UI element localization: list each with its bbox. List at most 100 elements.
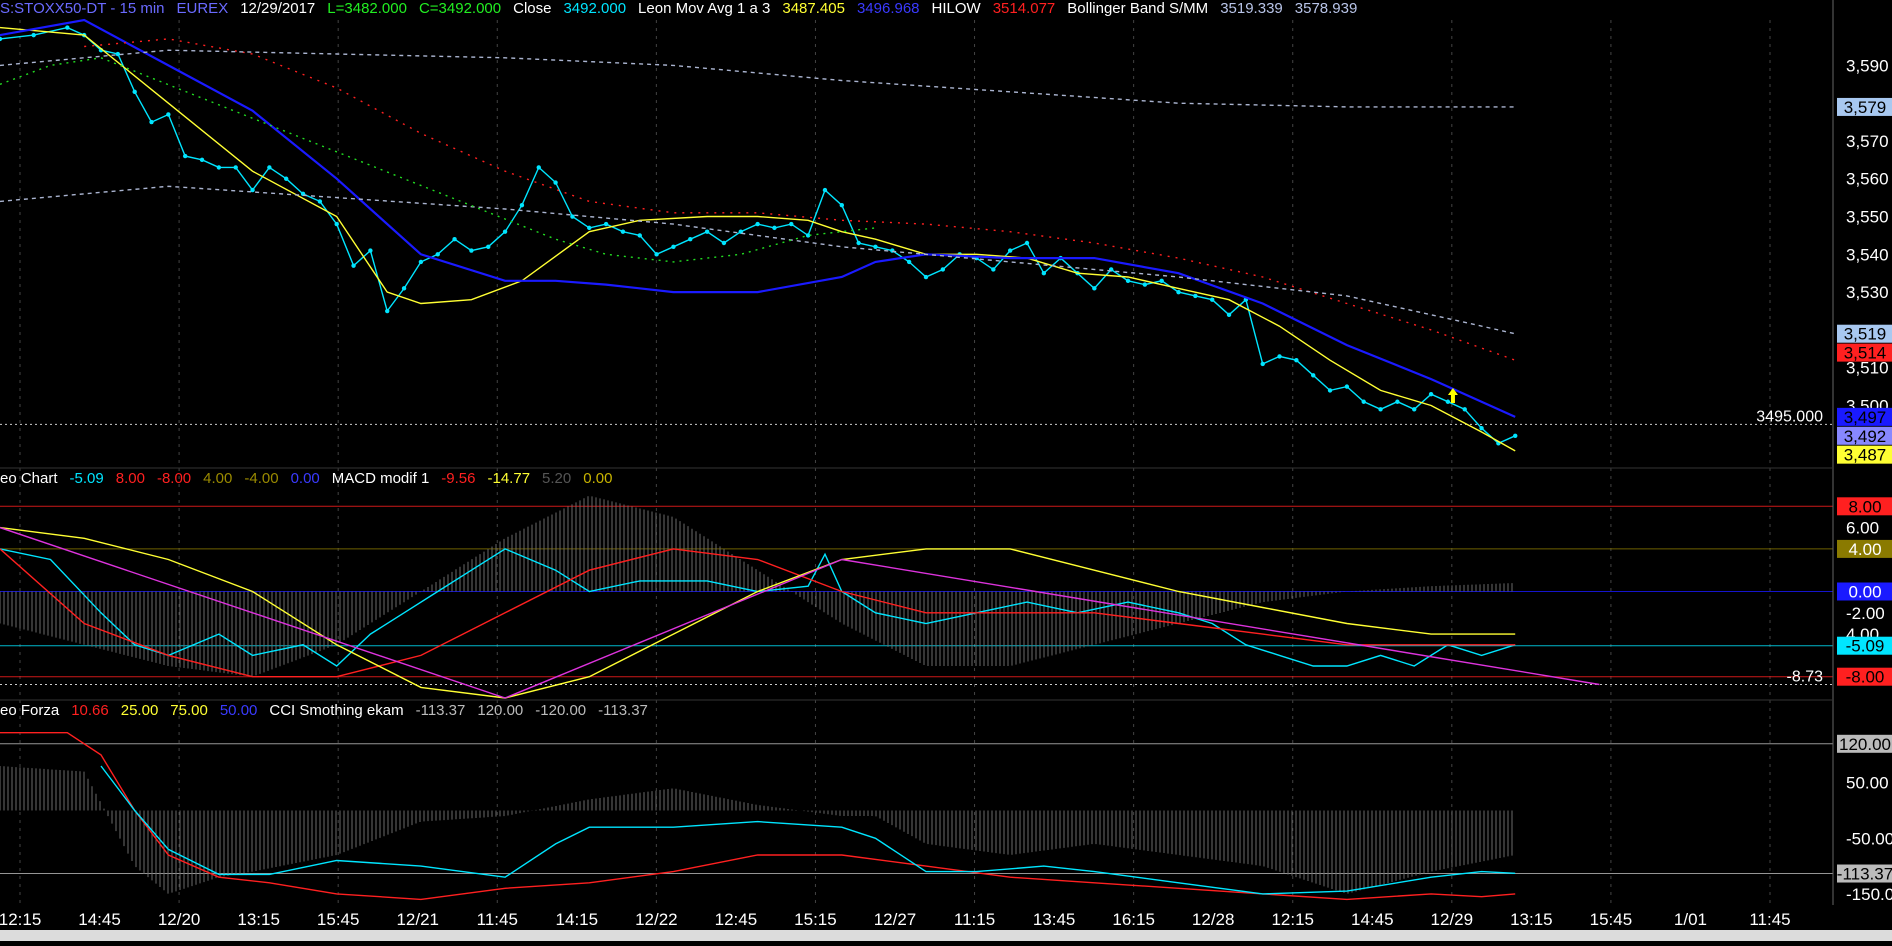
cci-header-item: -120.00 [535, 702, 587, 719]
data-point [267, 165, 272, 170]
data-point [1209, 297, 1215, 302]
price-panel-header: S:STOXX50-DT - 15 min EUREX 12/29/2017 L=34… [0, 0, 1369, 18]
data-point [1193, 293, 1198, 299]
data-point [688, 237, 693, 242]
x-tick-label: 11:45 [1749, 910, 1790, 929]
macd-header-item: 8.00 [115, 470, 145, 487]
macd-header-item: 4.00 [203, 470, 233, 487]
data-point [721, 240, 727, 246]
data-point [182, 153, 188, 159]
price-header-item: 3519.339 [1220, 0, 1283, 17]
data-point [620, 229, 626, 234]
x-tick-label: 12/22 [635, 910, 678, 929]
y-tick-label: 50.00 [1846, 774, 1889, 793]
data-point [603, 221, 609, 227]
data-point [486, 244, 491, 249]
data-point [1327, 388, 1333, 393]
data-point [65, 25, 70, 30]
data-point [1428, 391, 1434, 397]
price-header-item: S:STOXX50-DT - 15 min [0, 0, 165, 17]
price-header-item: 3514.077 [992, 0, 1056, 17]
x-tick-label: 13:15 [1510, 910, 1553, 929]
data-point [1176, 289, 1181, 295]
data-point [1007, 248, 1013, 253]
macd-header-item: 0.00 [290, 470, 320, 487]
data-point [704, 229, 710, 234]
value-badge-label: 4.00 [1848, 540, 1881, 559]
cci-header-item: 50.00 [219, 702, 258, 719]
x-tick-label: 11:15 [954, 910, 995, 929]
data-point [199, 157, 205, 163]
macd-header-item: -5.09 [69, 470, 104, 487]
data-point [1513, 433, 1518, 438]
data-point [452, 237, 457, 242]
data-point [536, 165, 541, 170]
price-header-item: 12/29/2017 [240, 0, 316, 17]
value-badge-label: 3,497 [1844, 408, 1887, 427]
data-point [1277, 354, 1282, 359]
data-point [216, 165, 222, 170]
reference-line-label: -8.73 [1787, 668, 1824, 685]
x-tick-label: 12/29 [1431, 910, 1474, 929]
data-point [334, 221, 339, 227]
data-point [822, 187, 828, 193]
data-point [469, 248, 474, 253]
data-point [587, 225, 592, 231]
data-point [772, 225, 777, 231]
x-tick-label: 13:15 [237, 910, 280, 929]
cci-header-item: -113.37 [598, 702, 648, 719]
x-tick-label: 12/27 [874, 910, 917, 929]
data-point [385, 308, 390, 314]
x-tick-label: 12:15 [0, 910, 41, 929]
data-point [1445, 399, 1451, 404]
y-tick-label: 3,540 [1846, 245, 1889, 264]
data-point [940, 267, 946, 272]
macd-header-item: MACD modif 1 [331, 470, 430, 487]
data-point [637, 233, 642, 238]
data-point [923, 274, 929, 280]
data-point [284, 176, 289, 181]
data-point [166, 112, 171, 117]
value-badge-label: 8.00 [1848, 497, 1881, 516]
data-point [368, 248, 373, 253]
value-badge-label: 3,487 [1844, 446, 1887, 465]
cci-header-item: CCI Smothing ekam [269, 702, 404, 719]
data-point [1024, 240, 1030, 246]
data-point [502, 229, 508, 234]
data-point [1395, 399, 1400, 404]
price-header-item: Leon Mov Avg 1 a 3 [638, 0, 771, 17]
data-point [873, 244, 878, 249]
data-point [418, 259, 424, 265]
reference-line-label: 3495.000 [1756, 408, 1823, 425]
value-badge-label: 3,519 [1844, 325, 1887, 344]
data-point [1125, 278, 1131, 283]
x-tick-label: 1/01 [1674, 910, 1707, 929]
data-point [31, 32, 36, 38]
x-tick-label: 12:45 [715, 910, 758, 929]
price-header-item: Close [513, 0, 552, 17]
data-point [1092, 286, 1097, 291]
data-point [351, 263, 356, 268]
price-header-item: 3496.968 [856, 0, 920, 17]
price-header-item: HILOW [931, 0, 981, 17]
chart-stage: 3495.000 3,590 3,570 3,560 3,550 3,540 3,530 3,… [0, 0, 1892, 941]
y-tick-label: -50.00 [1846, 829, 1892, 848]
data-point [789, 221, 794, 227]
cci-header-item: 75.00 [170, 702, 208, 719]
data-point [1479, 426, 1484, 431]
data-point [1412, 407, 1417, 412]
y-tick-label: 3,530 [1846, 283, 1889, 302]
data-point [671, 244, 676, 249]
data-point [132, 89, 137, 95]
price-header-item: L=3482.000 [327, 0, 407, 17]
data-point [856, 240, 861, 246]
data-point [839, 203, 844, 208]
data-point [1159, 278, 1164, 283]
macd-header-item: eo Chart [0, 470, 58, 487]
data-point [317, 199, 323, 204]
y-tick-label: 3,590 [1846, 56, 1889, 75]
data-point [1361, 399, 1366, 404]
data-point [553, 180, 558, 185]
macd-header-item: -4.00 [244, 470, 279, 487]
data-point [233, 165, 238, 170]
